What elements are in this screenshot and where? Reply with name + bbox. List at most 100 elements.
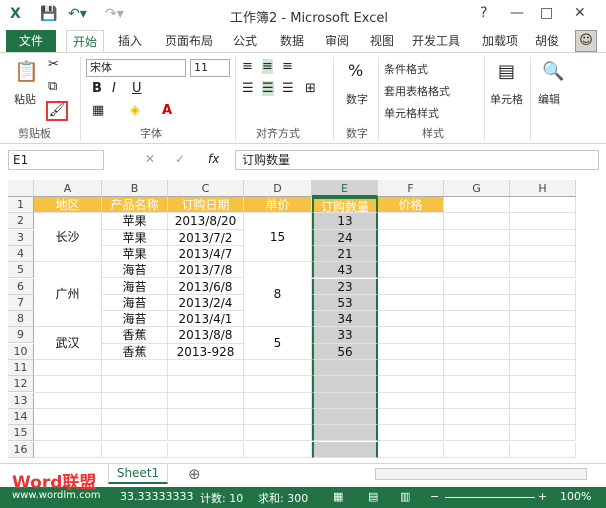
cell-1-7[interactable]	[510, 197, 576, 214]
cell-4-7[interactable]	[510, 245, 576, 263]
tab-review[interactable]: 审阅	[325, 30, 349, 52]
cell-1-5[interactable]: 价格	[378, 197, 444, 214]
tab-insert[interactable]: 插入	[118, 30, 142, 52]
file-tab[interactable]: 文件	[6, 30, 56, 52]
user-name[interactable]: 胡俊	[535, 30, 559, 52]
align-bottom-icon[interactable]: ≡	[282, 59, 293, 74]
cell-6-7[interactable]	[510, 278, 576, 295]
row-header[interactable]: 8	[8, 311, 34, 328]
cell-3-4[interactable]: 24	[312, 229, 378, 246]
page-break-view-icon[interactable]: ▥	[400, 490, 410, 503]
cell-15-6[interactable]	[444, 425, 510, 442]
normal-view-icon[interactable]: ▦	[333, 490, 343, 503]
save-icon[interactable]: 💾	[40, 6, 57, 22]
undo-icon[interactable]: ↶▾	[68, 6, 87, 22]
tab-page-layout[interactable]: 页面布局	[165, 30, 213, 52]
cancel-icon[interactable]: ✕	[145, 152, 155, 166]
cell-6-2[interactable]: 2013/6/8	[168, 278, 244, 295]
row-header[interactable]: 11	[8, 360, 34, 376]
cell-3-7[interactable]	[510, 229, 576, 246]
col-header-f[interactable]: F	[378, 180, 444, 197]
zoom-slider[interactable]	[445, 497, 535, 498]
cell-15-2[interactable]	[168, 425, 244, 442]
cell-10-4[interactable]: 56	[312, 343, 378, 360]
page-layout-view-icon[interactable]: ▤	[368, 490, 378, 503]
cell-3-2[interactable]: 2013/7/2	[168, 229, 244, 246]
tab-addins[interactable]: 加载项	[482, 30, 518, 52]
cell-4-1[interactable]: 苹果	[102, 245, 168, 263]
cell-14-4[interactable]	[312, 408, 378, 426]
cell-16-2[interactable]	[168, 441, 244, 458]
cell-2-4[interactable]: 13	[312, 213, 378, 230]
align-right-icon[interactable]: ☰	[282, 81, 294, 96]
row-header[interactable]: 12	[8, 376, 34, 393]
row-header[interactable]: 6	[8, 278, 34, 295]
cell-1-0[interactable]: 地区	[34, 197, 102, 214]
cell-12-5[interactable]	[378, 376, 444, 393]
percent-icon[interactable]: %	[348, 61, 363, 80]
cell-5-7[interactable]	[510, 262, 576, 279]
cell-5-2[interactable]: 2013/7/8	[168, 262, 244, 279]
close-icon[interactable]: ✕	[574, 5, 586, 21]
cell-16-6[interactable]	[444, 441, 510, 458]
font-color-icon[interactable]: A	[162, 103, 172, 118]
cell-9-7[interactable]	[510, 327, 576, 344]
cell-5-1[interactable]: 海苔	[102, 262, 168, 279]
cell-13-3[interactable]	[244, 392, 312, 409]
horizontal-scrollbar[interactable]	[375, 468, 587, 480]
row-header[interactable]: 15	[8, 425, 34, 442]
fill-color-icon[interactable]: ◈	[130, 103, 140, 118]
cell-6-5[interactable]	[378, 278, 444, 295]
cell-13-5[interactable]	[378, 392, 444, 409]
cell-3-1[interactable]: 苹果	[102, 229, 168, 246]
cell-11-5[interactable]	[378, 360, 444, 377]
cell-9-6[interactable]	[444, 327, 510, 344]
cell-10-7[interactable]	[510, 343, 576, 360]
bold-button[interactable]: B	[92, 81, 102, 96]
cell-9-2[interactable]: 2013/8/8	[168, 327, 244, 344]
redo-icon[interactable]: ↷▾	[105, 6, 124, 22]
cell-1-3[interactable]: 单价	[244, 197, 312, 214]
cell-12-0[interactable]	[34, 376, 102, 393]
col-header-e[interactable]: E	[312, 180, 378, 197]
sheet-tab-sheet1[interactable]: Sheet1	[108, 464, 168, 484]
tab-data[interactable]: 数据	[280, 30, 304, 52]
cell-15-5[interactable]	[378, 425, 444, 442]
col-header-b[interactable]: B	[102, 180, 168, 197]
align-middle-icon[interactable]: ≡	[262, 59, 273, 74]
cell-8-1[interactable]: 海苔	[102, 311, 168, 328]
cell-7-6[interactable]	[444, 294, 510, 312]
cell-12-7[interactable]	[510, 376, 576, 393]
insert-function-icon[interactable]: fx	[208, 152, 219, 166]
cell-9-4[interactable]: 33	[312, 327, 378, 344]
row-header[interactable]: 5	[8, 262, 34, 279]
cell-16-3[interactable]	[244, 441, 312, 458]
cell-9-1[interactable]: 香蕉	[102, 327, 168, 344]
merged-price-cell[interactable]: 8	[244, 262, 312, 328]
tab-formulas[interactable]: 公式	[233, 30, 257, 52]
cell-13-1[interactable]	[102, 392, 168, 409]
cell-16-4[interactable]	[312, 441, 378, 458]
minimize-icon[interactable]: —	[510, 5, 524, 21]
cell-2-1[interactable]: 苹果	[102, 213, 168, 230]
cell-1-4[interactable]: 订购数量	[312, 197, 378, 214]
cell-4-4[interactable]: 21	[312, 245, 378, 263]
cell-14-7[interactable]	[510, 408, 576, 426]
cell-16-7[interactable]	[510, 441, 576, 458]
row-header[interactable]: 9	[8, 327, 34, 344]
maximize-icon[interactable]: □	[540, 5, 553, 21]
col-header-d[interactable]: D	[244, 180, 312, 197]
cell-8-4[interactable]: 34	[312, 311, 378, 328]
cell-7-4[interactable]: 53	[312, 294, 378, 312]
cell-11-0[interactable]	[34, 360, 102, 377]
cell-15-3[interactable]	[244, 425, 312, 442]
cell-11-1[interactable]	[102, 360, 168, 377]
cell-12-4[interactable]	[312, 376, 378, 393]
cell-3-6[interactable]	[444, 229, 510, 246]
cells-button[interactable]: 单元格	[490, 91, 523, 107]
row-header[interactable]: 13	[8, 392, 34, 409]
cell-2-2[interactable]: 2013/8/20	[168, 213, 244, 230]
cell-12-1[interactable]	[102, 376, 168, 393]
row-header[interactable]: 4	[8, 245, 34, 262]
border-icon[interactable]: ▦	[92, 103, 104, 118]
